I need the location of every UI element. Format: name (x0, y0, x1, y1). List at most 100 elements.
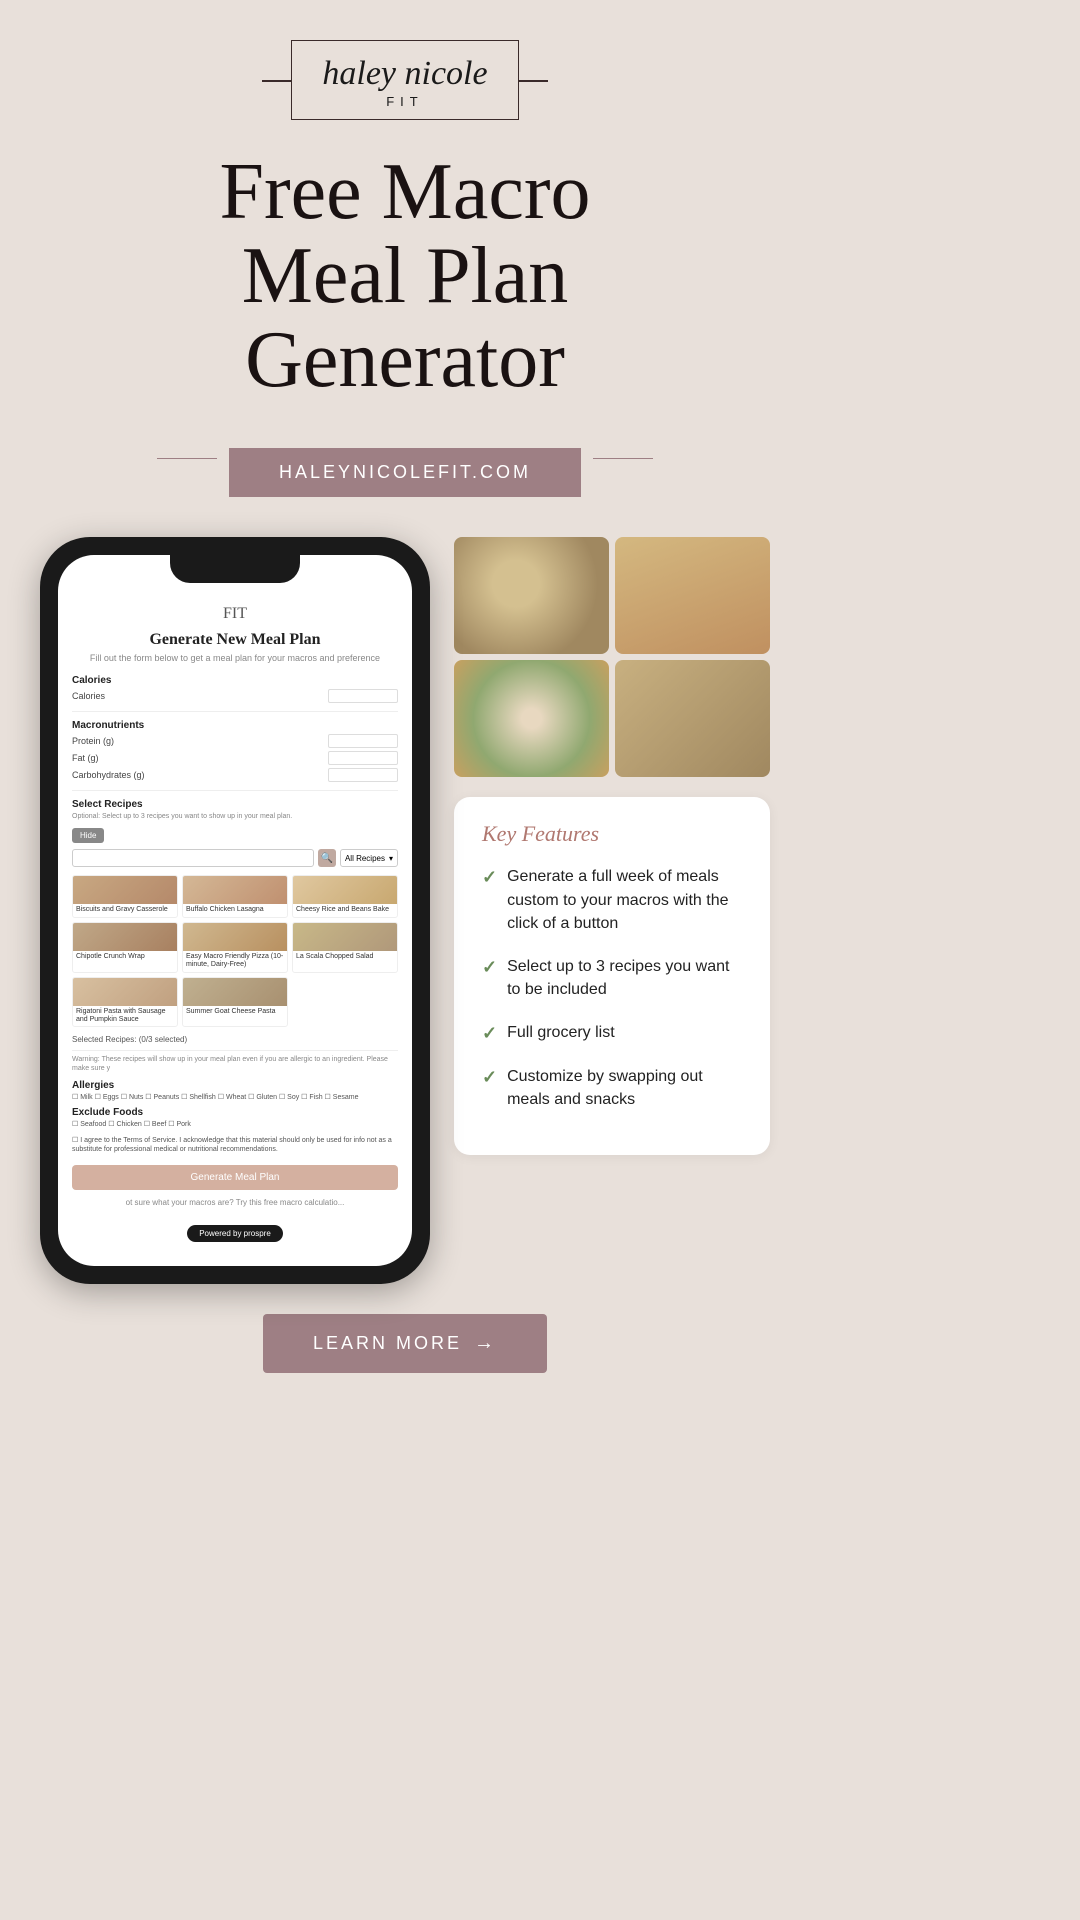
list-item[interactable]: Rigatoni Pasta with Sausage and Pumpkin … (72, 977, 178, 1028)
calories-field-label: Calories (72, 691, 105, 701)
dropdown-chevron: ▾ (389, 854, 393, 863)
phone-inner: FIT Generate New Meal Plan Fill out the … (58, 605, 412, 1246)
dropdown-text: All Recipes (345, 854, 385, 863)
macro-text: ot sure what your macros are? Try this f… (72, 1198, 398, 1207)
phone-screen: FIT Generate New Meal Plan Fill out the … (58, 555, 412, 1266)
list-item[interactable]: La Scala Chopped Salad (292, 922, 398, 973)
list-item[interactable]: Chipotle Crunch Wrap (72, 922, 178, 973)
protein-label: Protein (g) (72, 736, 114, 746)
search-icon[interactable]: 🔍 (318, 849, 336, 867)
fat-label: Fat (g) (72, 753, 99, 763)
protein-input[interactable] (328, 734, 398, 748)
recipe-thumbnail-5 (183, 923, 287, 951)
feature-item-2: ✓ Select up to 3 recipes you want to be … (482, 955, 742, 1001)
divider-1 (72, 711, 398, 712)
phone-subtitle: Fill out the form below to get a meal pl… (72, 653, 398, 663)
carbs-row: Carbohydrates (g) (72, 768, 398, 782)
feature-text-2: Select up to 3 recipes you want to be in… (507, 955, 742, 1001)
url-text: HALEYNICOLEFIT.COM (279, 462, 531, 482)
feature-text-3: Full grocery list (507, 1021, 615, 1044)
recipe-thumbnail-1 (73, 876, 177, 904)
recipe-name-8: Summer Goat Cheese Pasta (183, 1006, 287, 1018)
fat-input[interactable] (328, 751, 398, 765)
features-card: Key Features ✓ Generate a full week of m… (454, 797, 770, 1155)
fat-row: Fat (g) (72, 751, 398, 765)
features-title: Key Features (482, 821, 742, 847)
logo-line-left (262, 80, 292, 82)
recipe-dropdown[interactable]: All Recipes ▾ (340, 849, 398, 867)
logo-section: haley nicole FIT (291, 40, 518, 120)
right-col: Key Features ✓ Generate a full week of m… (454, 537, 770, 1155)
url-badge[interactable]: HALEYNICOLEFIT.COM (229, 448, 581, 497)
food-grid (454, 537, 770, 777)
feature-text-4: Customize by swapping out meals and snac… (507, 1065, 742, 1111)
food-photo-casserole (615, 537, 770, 654)
main-content: FIT Generate New Meal Plan Fill out the … (0, 497, 810, 1284)
generate-btn[interactable]: Generate Meal Plan (72, 1165, 398, 1190)
tos-text[interactable]: ☐ I agree to the Terms of Service. I ack… (72, 1136, 398, 1156)
recipe-name-3: Cheesy Rice and Beans Bake (293, 904, 397, 916)
allergies-label: Allergies (72, 1080, 398, 1091)
phone-logo-bar: FIT (72, 605, 398, 623)
carbs-input[interactable] (328, 768, 398, 782)
carbs-label: Carbohydrates (g) (72, 770, 145, 780)
learn-more-label: LEARN MORE (313, 1333, 462, 1354)
check-icon-4: ✓ (482, 1067, 497, 1088)
food-photo-meatball (615, 660, 770, 777)
search-input[interactable] (72, 849, 314, 867)
learn-more-section: LEARN MORE → (0, 1284, 810, 1423)
feature-item-1: ✓ Generate a full week of meals custom t… (482, 865, 742, 935)
recipe-thumbnail-2 (183, 876, 287, 904)
powered-bar: Powered by prospre (72, 1217, 398, 1246)
select-hint: Optional: Select up to 3 recipes you wan… (72, 813, 398, 820)
logo-script: haley nicole (322, 55, 487, 92)
recipe-thumbnail-6 (293, 923, 397, 951)
powered-badge: Powered by prospre (187, 1225, 283, 1242)
learn-more-button[interactable]: LEARN MORE → (263, 1314, 547, 1373)
divider-2 (72, 790, 398, 791)
selected-label: Selected Recipes: (0/3 selected) (72, 1035, 398, 1044)
headline-line3: Generator (245, 316, 565, 404)
hide-button[interactable]: Hide (72, 828, 104, 843)
allergies-items[interactable]: ☐ Milk ☐ Eggs ☐ Nuts ☐ Peanuts ☐ Shellfi… (72, 1093, 398, 1101)
macros-label: Macronutrients (72, 720, 398, 731)
recipe-name-6: La Scala Chopped Salad (293, 951, 397, 963)
logo-line-right (518, 80, 548, 82)
recipe-thumbnail-8 (183, 978, 287, 1006)
recipe-name-5: Easy Macro Friendly Pizza (10-minute, Da… (183, 951, 287, 972)
headline: Free Macro Meal Plan Generator (180, 150, 631, 402)
recipe-name-1: Biscuits and Gravy Casserole (73, 904, 177, 916)
calories-input[interactable] (328, 689, 398, 703)
recipe-name-2: Buffalo Chicken Lasagna (183, 904, 287, 916)
url-row: HALEYNICOLEFIT.COM (157, 420, 653, 497)
logo-box: haley nicole FIT (291, 40, 518, 120)
recipe-name-4: Chipotle Crunch Wrap (73, 951, 177, 963)
learn-more-arrow-icon: → (474, 1332, 497, 1355)
exclude-items[interactable]: ☐ Seafood ☐ Chicken ☐ Beef ☐ Pork (72, 1120, 398, 1128)
recipe-thumbnail-3 (293, 876, 397, 904)
recipe-thumbnail-7 (73, 978, 177, 1006)
exclude-label: Exclude Foods (72, 1107, 398, 1118)
calories-row: Calories (72, 689, 398, 703)
phone-title: Generate New Meal Plan (72, 631, 398, 649)
check-icon-1: ✓ (482, 867, 497, 888)
phone-mockup: FIT Generate New Meal Plan Fill out the … (40, 537, 430, 1284)
food-photo-salad (454, 660, 609, 777)
list-item[interactable]: Summer Goat Cheese Pasta (182, 977, 288, 1028)
list-item[interactable]: Easy Macro Friendly Pizza (10-minute, Da… (182, 922, 288, 973)
check-icon-2: ✓ (482, 957, 497, 978)
list-item[interactable]: Biscuits and Gravy Casserole (72, 875, 178, 917)
feature-item-3: ✓ Full grocery list (482, 1021, 742, 1044)
feature-text-1: Generate a full week of meals custom to … (507, 865, 742, 935)
select-recipes-label: Select Recipes (72, 799, 398, 810)
search-row: 🔍 All Recipes ▾ (72, 849, 398, 867)
headline-line2: Meal Plan (242, 232, 569, 320)
recipe-thumbnail-4 (73, 923, 177, 951)
url-side-line-left (157, 458, 217, 459)
logo-fit: FIT (322, 94, 487, 109)
url-side-line-right (593, 458, 653, 459)
list-item[interactable]: Cheesy Rice and Beans Bake (292, 875, 398, 917)
recipe-name-7: Rigatoni Pasta with Sausage and Pumpkin … (73, 1006, 177, 1027)
list-item[interactable]: Buffalo Chicken Lasagna (182, 875, 288, 917)
protein-row: Protein (g) (72, 734, 398, 748)
